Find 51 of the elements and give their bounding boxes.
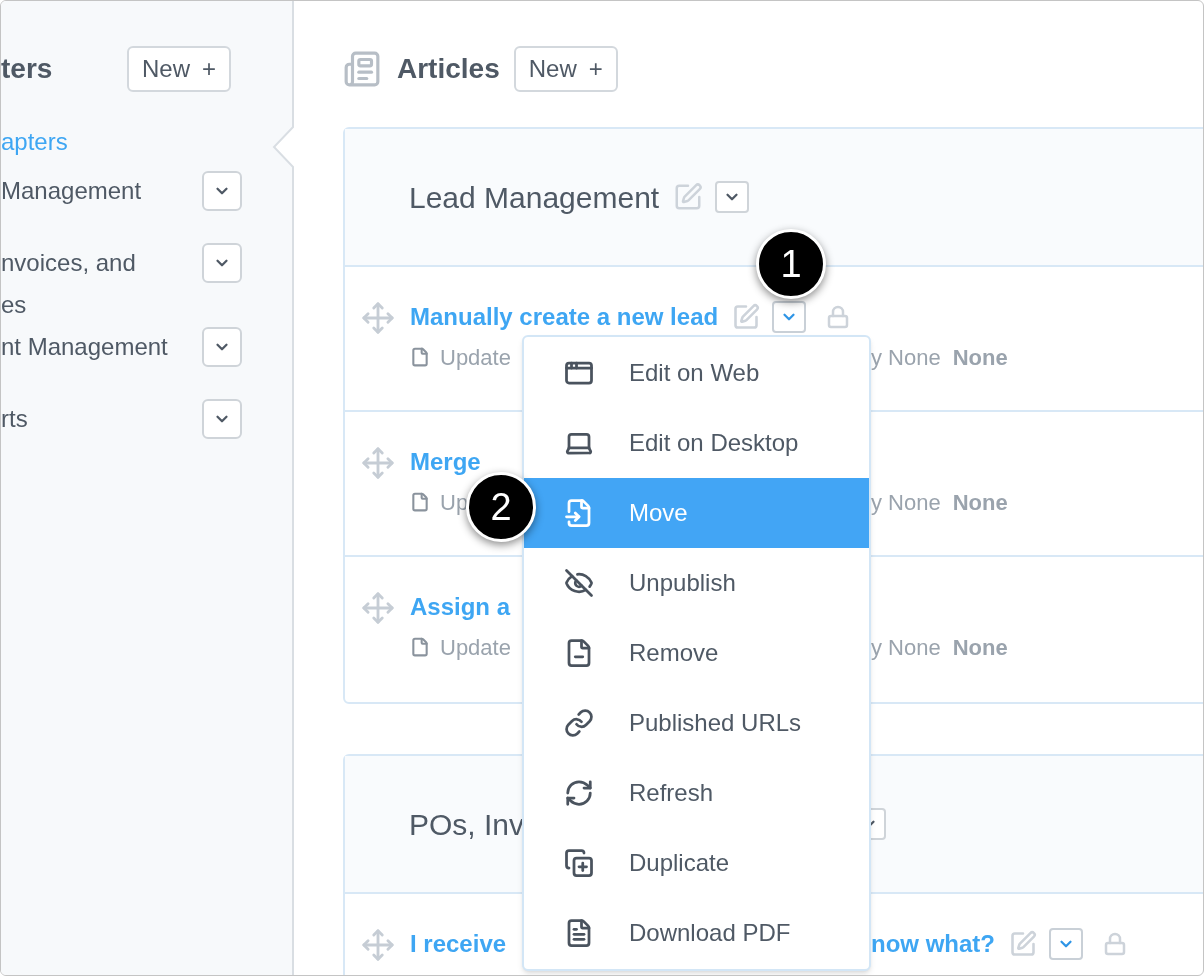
chapter-title[interactable]: rts — [1, 398, 28, 440]
menu-item[interactable]: Edit on Web — [524, 338, 869, 408]
menu-item[interactable]: Download PDF — [524, 898, 869, 968]
link-icon — [564, 708, 594, 738]
article-meta: Update — [440, 633, 511, 662]
eye-slash-icon — [564, 568, 594, 598]
article-author: None — [952, 633, 1008, 662]
drag-handle-icon[interactable] — [361, 446, 395, 480]
new-button[interactable]: New + — [126, 46, 231, 92]
edit-icon[interactable] — [673, 182, 704, 212]
dropdown-button[interactable] — [715, 181, 750, 213]
article-meta: y None — [871, 343, 941, 372]
document-icon — [410, 492, 430, 512]
step-badge: 1 — [756, 229, 826, 299]
dropdown-button[interactable] — [202, 243, 242, 283]
dropdown-button[interactable] — [202, 327, 242, 367]
article-meta: y None — [871, 488, 941, 517]
refresh-icon — [564, 778, 594, 808]
dropdown-button[interactable] — [202, 399, 242, 439]
lock-icon[interactable] — [1103, 932, 1127, 956]
page-title: Articles — [397, 52, 500, 86]
article-author: None — [952, 343, 1008, 372]
newspaper-icon — [343, 50, 381, 88]
dropdown-button[interactable] — [772, 301, 807, 333]
menu-item[interactable]: Published URLs — [524, 688, 869, 758]
lock-icon[interactable] — [826, 305, 851, 329]
edit-icon[interactable] — [1009, 930, 1037, 958]
drag-handle-icon[interactable] — [361, 928, 395, 962]
article-meta: Up — [440, 488, 469, 517]
menu-item[interactable]: Unpublish — [524, 548, 869, 618]
document-icon — [410, 637, 430, 657]
step-badge: 2 — [466, 472, 536, 542]
dropdown-button[interactable] — [1049, 928, 1083, 960]
document-icon — [410, 347, 430, 367]
article-meta: Update — [440, 343, 511, 372]
section-title: POs, Inv — [409, 806, 525, 843]
drag-handle-icon[interactable] — [361, 591, 395, 625]
new-button[interactable]: New + — [513, 46, 618, 92]
article-meta: y None — [871, 633, 941, 662]
edit-icon[interactable] — [732, 303, 761, 331]
menu-item[interactable]: Duplicate — [524, 828, 869, 898]
menu-item[interactable]: Remove — [524, 618, 869, 688]
chapter-title[interactable]: nt Management — [1, 326, 168, 368]
section-title: Lead Management — [409, 179, 660, 216]
drag-handle-icon[interactable] — [361, 301, 395, 335]
chapter-title[interactable]: Management — [1, 170, 142, 212]
dropdown-button[interactable] — [202, 171, 242, 211]
sidebar-title: ters — [1, 52, 53, 86]
menu-item[interactable]: Refresh — [524, 758, 869, 828]
article-author: None — [952, 488, 1008, 517]
duplicate-icon — [564, 848, 594, 878]
